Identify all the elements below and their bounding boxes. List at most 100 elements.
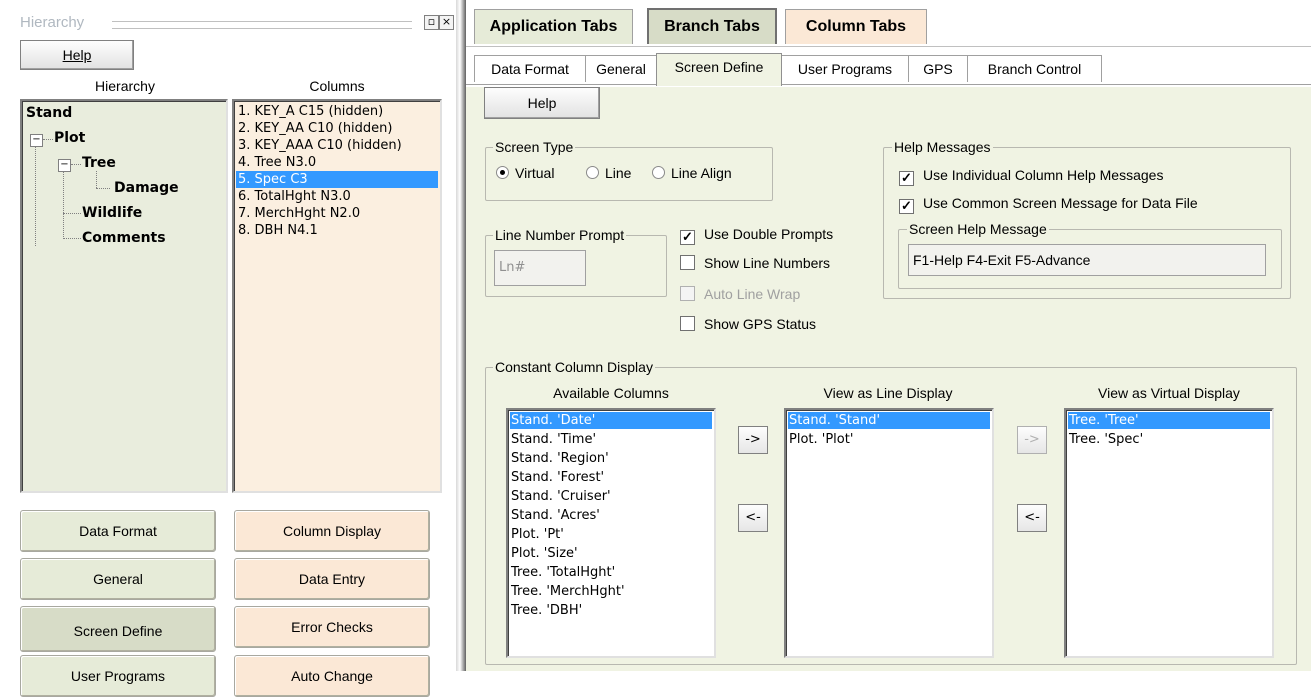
use-individual-help-checkbox[interactable]: ✓ Use Individual Column Help Messages xyxy=(899,167,1163,186)
tree-node-comments[interactable]: Comments xyxy=(82,230,166,246)
checkbox-box xyxy=(680,286,695,301)
show-gps-status-label: Show GPS Status xyxy=(704,316,817,332)
collapse-plot-icon[interactable]: − xyxy=(30,134,43,147)
nav-auto-change-button[interactable]: Auto Change xyxy=(234,655,430,697)
use-double-prompts-label: Use Double Prompts xyxy=(704,226,834,242)
close-icon[interactable]: × xyxy=(439,15,454,30)
show-gps-status-checkbox[interactable]: Show GPS Status xyxy=(680,316,816,332)
subtab-data-format[interactable]: Data Format xyxy=(474,55,586,82)
column-item[interactable]: 7. MerchHght N2.0 xyxy=(236,205,362,222)
column-item[interactable]: 3. KEY_AAA C10 (hidden) xyxy=(236,137,404,154)
line-display-item-selected[interactable]: Stand. 'Stand' xyxy=(788,412,990,429)
radio-line-indicator xyxy=(586,166,599,179)
screen-help-message-input[interactable]: F1-Help F4-Exit F5-Advance xyxy=(908,244,1266,276)
available-column-item[interactable]: Stand. 'Cruiser' xyxy=(510,488,712,505)
line-number-prompt-input[interactable]: Ln# xyxy=(494,250,586,286)
remove-from-virtual-button[interactable]: <- xyxy=(1017,504,1047,532)
available-column-item-selected[interactable]: Stand. 'Date' xyxy=(510,412,712,429)
line-display-list[interactable]: Stand. 'Stand' Plot. 'Plot' xyxy=(784,408,994,658)
line-display-header: View as Line Display xyxy=(823,385,953,401)
available-column-item[interactable]: Tree. 'TotalHght' xyxy=(510,564,712,581)
radio-virtual[interactable]: Virtual xyxy=(496,165,554,181)
columns-list[interactable]: 1. KEY_A C15 (hidden) 2. KEY_AA C10 (hid… xyxy=(232,99,442,493)
tree-node-wildlife[interactable]: Wildlife xyxy=(82,205,142,221)
tree-node-damage[interactable]: Damage xyxy=(114,180,179,196)
column-item[interactable]: 4. Tree N3.0 xyxy=(236,154,318,171)
tab-application[interactable]: Application Tabs xyxy=(474,9,633,44)
nav-data-format-button[interactable]: Data Format xyxy=(20,510,216,552)
collapse-tree-icon[interactable]: − xyxy=(58,159,71,172)
tree-node-tree[interactable]: Tree xyxy=(82,155,116,171)
available-column-item[interactable]: Stand. 'Acres' xyxy=(510,507,712,524)
nav-column-display-button[interactable]: Column Display xyxy=(234,510,430,552)
radio-line-label: Line xyxy=(605,165,632,181)
tab-baseline xyxy=(466,84,1311,85)
available-columns-list[interactable]: Stand. 'Date' Stand. 'Time' Stand. 'Regi… xyxy=(506,408,716,658)
hierarchy-titlebar[interactable]: Hierarchy ▫ × xyxy=(20,14,454,36)
hierarchy-title: Hierarchy xyxy=(20,14,85,31)
tree-node-stand[interactable]: Stand xyxy=(26,105,72,121)
radio-line-align-indicator xyxy=(652,166,665,179)
available-column-item[interactable]: Tree. 'MerchHght' xyxy=(510,583,712,600)
add-to-virtual-button[interactable]: -> xyxy=(1017,426,1047,454)
splitter[interactable] xyxy=(456,0,466,671)
radio-line[interactable]: Line xyxy=(586,165,631,181)
nav-error-checks-button[interactable]: Error Checks xyxy=(234,606,430,648)
column-item[interactable]: 2. KEY_AA C10 (hidden) xyxy=(236,120,394,137)
use-double-prompts-checkbox[interactable]: ✓ Use Double Prompts xyxy=(680,226,833,245)
available-column-item[interactable]: Plot. 'Size' xyxy=(510,545,712,562)
show-line-numbers-checkbox[interactable]: Show Line Numbers xyxy=(680,255,830,271)
hierarchy-header: Hierarchy xyxy=(95,78,155,94)
tree-connector xyxy=(35,146,36,246)
subtab-gps[interactable]: GPS xyxy=(908,55,968,82)
tree-node-plot[interactable]: Plot xyxy=(54,130,85,146)
remove-from-line-button[interactable]: <- xyxy=(738,504,768,532)
restore-icon[interactable]: ▫ xyxy=(424,15,439,30)
auto-line-wrap-label: Auto Line Wrap xyxy=(704,286,801,302)
nav-screen-define-button[interactable]: Screen Define xyxy=(20,606,216,652)
help-messages-label: Help Messages xyxy=(892,139,993,155)
left-help-button[interactable]: Help xyxy=(20,40,134,70)
radio-line-align[interactable]: Line Align xyxy=(652,165,732,181)
available-column-item[interactable]: Stand. 'Forest' xyxy=(510,469,712,486)
subtab-user-programs[interactable]: User Programs xyxy=(781,55,909,82)
add-to-line-button[interactable]: -> xyxy=(738,426,768,454)
hierarchy-tree[interactable]: Stand − Plot − Tree Damage Wildlife Comm… xyxy=(20,99,228,493)
line-display-item[interactable]: Plot. 'Plot' xyxy=(788,431,990,448)
tree-connector xyxy=(96,171,97,188)
virtual-display-list[interactable]: Tree. 'Tree' Tree. 'Spec' xyxy=(1064,408,1274,658)
virtual-display-item[interactable]: Tree. 'Spec' xyxy=(1068,431,1270,448)
tab-column[interactable]: Column Tabs xyxy=(785,9,927,44)
available-column-item[interactable]: Plot. 'Pt' xyxy=(510,526,712,543)
virtual-display-item-selected[interactable]: Tree. 'Tree' xyxy=(1068,412,1270,429)
constant-column-display-label: Constant Column Display xyxy=(493,359,655,375)
help-label: Help xyxy=(62,47,92,63)
checkbox-box xyxy=(680,255,695,270)
radio-virtual-indicator xyxy=(496,166,509,179)
nav-user-programs-button[interactable]: User Programs xyxy=(20,655,216,697)
show-line-numbers-label: Show Line Numbers xyxy=(704,255,831,271)
titlebar-grip xyxy=(112,21,412,29)
nav-general-button[interactable]: General xyxy=(20,558,216,600)
help-button[interactable]: Help xyxy=(484,87,600,119)
screen-help-message-label: Screen Help Message xyxy=(907,221,1049,237)
subtab-screen-define[interactable]: Screen Define xyxy=(656,53,782,86)
radio-line-align-label: Line Align xyxy=(671,165,732,181)
available-column-item[interactable]: Tree. 'DBH' xyxy=(510,602,712,619)
column-item[interactable]: 8. DBH N4.1 xyxy=(236,222,320,239)
column-item-selected[interactable]: 5. Spec C3 xyxy=(236,171,438,188)
available-column-item[interactable]: Stand. 'Region' xyxy=(510,450,712,467)
nav-data-entry-button[interactable]: Data Entry xyxy=(234,558,430,600)
available-column-item[interactable]: Stand. 'Time' xyxy=(510,431,712,448)
subtab-branch-control[interactable]: Branch Control xyxy=(967,55,1102,82)
column-item[interactable]: 1. KEY_A C15 (hidden) xyxy=(236,103,385,120)
checkbox-box xyxy=(680,316,695,331)
use-common-message-checkbox[interactable]: ✓ Use Common Screen Message for Data File xyxy=(899,195,1198,214)
check-icon: ✓ xyxy=(899,199,914,214)
tree-connector xyxy=(63,171,64,239)
subtab-general[interactable]: General xyxy=(585,55,657,82)
line-number-prompt-label: Line Number Prompt xyxy=(493,227,627,243)
tab-branch[interactable]: Branch Tabs xyxy=(647,8,777,44)
column-item[interactable]: 6. TotalHght N3.0 xyxy=(236,188,353,205)
tree-connector xyxy=(43,139,53,140)
